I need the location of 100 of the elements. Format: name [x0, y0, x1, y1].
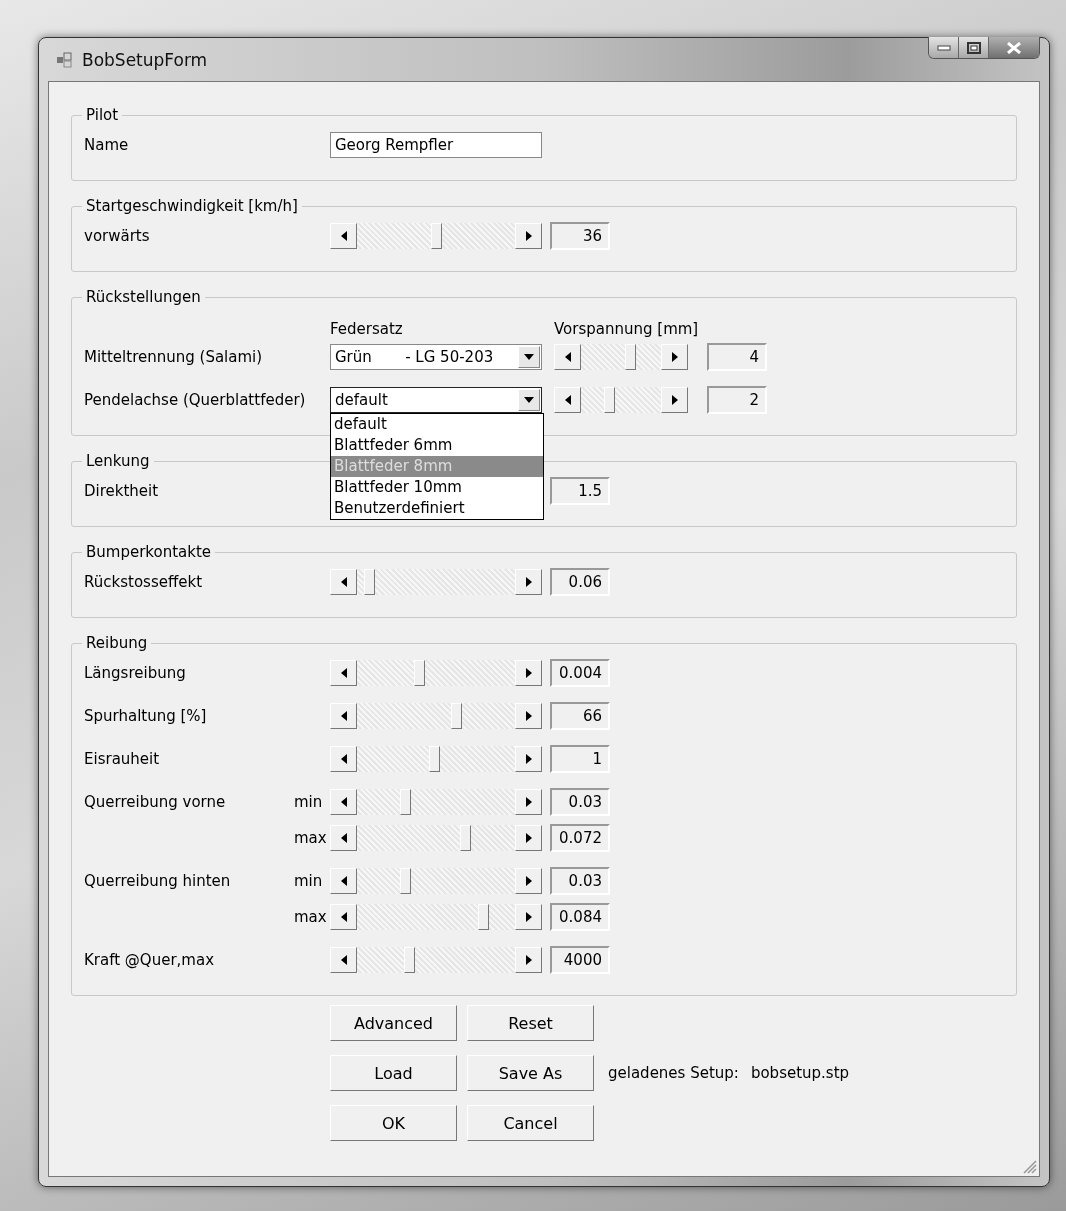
- left-arrow-icon: [340, 876, 347, 886]
- scroll-thumb[interactable]: [430, 223, 442, 249]
- dropdown[interactable]: Grün - LG 50-203: [330, 344, 542, 370]
- scroll-left-button[interactable]: [330, 868, 357, 894]
- value-field[interactable]: 66: [550, 702, 610, 730]
- value-field[interactable]: 0.084: [550, 903, 610, 931]
- name-field[interactable]: Georg Rempfler: [330, 132, 542, 158]
- right-arrow-icon: [671, 395, 678, 405]
- scroll-left-button[interactable]: [330, 746, 357, 772]
- scroll-thumb[interactable]: [399, 789, 411, 815]
- dropdown-option[interactable]: Benutzerdefiniert: [331, 498, 543, 519]
- scroll-right-button[interactable]: [661, 387, 688, 413]
- scrollbar[interactable]: [330, 947, 542, 973]
- scrollbar[interactable]: [330, 660, 542, 686]
- scroll-right-button[interactable]: [515, 660, 542, 686]
- scroll-right-button[interactable]: [661, 344, 688, 370]
- scroll-left-button[interactable]: [330, 660, 357, 686]
- scrollbar[interactable]: [330, 868, 542, 894]
- field-label: Name: [84, 136, 130, 154]
- scroll-left-button[interactable]: [330, 703, 357, 729]
- scrollbar[interactable]: [330, 904, 542, 930]
- scroll-left-button[interactable]: [554, 344, 581, 370]
- close-button[interactable]: [989, 37, 1039, 58]
- scroll-left-button[interactable]: [330, 223, 357, 249]
- scrollbar[interactable]: [330, 746, 542, 772]
- scroll-left-button[interactable]: [330, 569, 357, 595]
- scroll-thumb[interactable]: [477, 904, 489, 930]
- right-arrow-icon: [525, 711, 532, 721]
- field-label: Rückstosseffekt: [84, 573, 204, 591]
- value-field[interactable]: 4: [707, 343, 767, 371]
- field-label: max: [294, 829, 328, 847]
- dropdown-option[interactable]: default: [331, 414, 543, 435]
- scroll-right-button[interactable]: [515, 868, 542, 894]
- button[interactable]: Save As: [467, 1055, 594, 1091]
- scroll-thumb[interactable]: [364, 569, 376, 595]
- scroll-right-button[interactable]: [515, 825, 542, 851]
- scroll-thumb[interactable]: [451, 703, 463, 729]
- group-title: Bumperkontakte: [85, 543, 213, 561]
- scrollbar[interactable]: [554, 344, 688, 370]
- scrollbar[interactable]: [330, 569, 542, 595]
- maximize-icon: [966, 41, 981, 54]
- maximize-button[interactable]: [959, 37, 989, 58]
- value-field[interactable]: 36: [550, 222, 610, 250]
- button[interactable]: Load: [330, 1055, 457, 1091]
- value-field[interactable]: 1.5: [550, 477, 610, 505]
- value-field[interactable]: 0.03: [550, 788, 610, 816]
- right-arrow-icon: [525, 912, 532, 922]
- value-field[interactable]: 0.06: [550, 568, 610, 596]
- value-field[interactable]: 0.03: [550, 867, 610, 895]
- field-label: min: [294, 793, 324, 811]
- scroll-left-button[interactable]: [554, 387, 581, 413]
- button[interactable]: OK: [330, 1105, 457, 1141]
- dropdown-arrow-icon: [524, 354, 534, 360]
- value-field[interactable]: 0.072: [550, 824, 610, 852]
- button[interactable]: Cancel: [467, 1105, 594, 1141]
- button[interactable]: Advanced: [330, 1005, 457, 1041]
- field-label: Mitteltrennung (Salami): [84, 348, 264, 366]
- group-title: Startgeschwindigkeit [km/h]: [85, 197, 299, 215]
- field-label: Querreibung vorne: [84, 793, 227, 811]
- scroll-left-button[interactable]: [330, 825, 357, 851]
- scrollbar[interactable]: [330, 789, 542, 815]
- scroll-left-button[interactable]: [330, 789, 357, 815]
- dropdown-option[interactable]: Blattfeder 6mm: [331, 435, 543, 456]
- left-arrow-icon: [340, 754, 347, 764]
- scroll-right-button[interactable]: [515, 947, 542, 973]
- value-field[interactable]: 0.004: [550, 659, 610, 687]
- value-field[interactable]: 2: [707, 386, 767, 414]
- scroll-thumb[interactable]: [414, 660, 426, 686]
- scroll-right-button[interactable]: [515, 569, 542, 595]
- scroll-right-button[interactable]: [515, 703, 542, 729]
- scroll-left-button[interactable]: [330, 904, 357, 930]
- column-header: Vorspannung [mm]: [554, 320, 699, 338]
- scroll-right-button[interactable]: [515, 789, 542, 815]
- scroll-thumb[interactable]: [399, 868, 411, 894]
- left-arrow-icon: [340, 912, 347, 922]
- scroll-thumb[interactable]: [459, 825, 471, 851]
- scroll-right-button[interactable]: [515, 746, 542, 772]
- button[interactable]: Reset: [467, 1005, 594, 1041]
- right-arrow-icon: [525, 668, 532, 678]
- scroll-right-button[interactable]: [515, 223, 542, 249]
- scrollbar[interactable]: [330, 703, 542, 729]
- right-arrow-icon: [525, 833, 532, 843]
- scroll-left-button[interactable]: [330, 947, 357, 973]
- minimize-button[interactable]: [929, 37, 959, 58]
- scroll-thumb[interactable]: [603, 387, 615, 413]
- scroll-thumb[interactable]: [404, 947, 416, 973]
- left-arrow-icon: [340, 833, 347, 843]
- dropdown[interactable]: default: [330, 387, 542, 413]
- scroll-right-button[interactable]: [515, 904, 542, 930]
- scroll-thumb[interactable]: [429, 746, 440, 772]
- value-field[interactable]: 1: [550, 745, 610, 773]
- scrollbar[interactable]: [330, 223, 542, 249]
- field-label: Eisrauheit: [84, 750, 161, 768]
- column-header: Federsatz: [330, 320, 404, 338]
- dropdown-option[interactable]: Blattfeder 10mm: [331, 477, 543, 498]
- field-label: min: [294, 872, 324, 890]
- scrollbar[interactable]: [330, 825, 542, 851]
- scroll-thumb[interactable]: [625, 344, 637, 370]
- scrollbar[interactable]: [554, 387, 688, 413]
- value-field[interactable]: 4000: [550, 946, 610, 974]
